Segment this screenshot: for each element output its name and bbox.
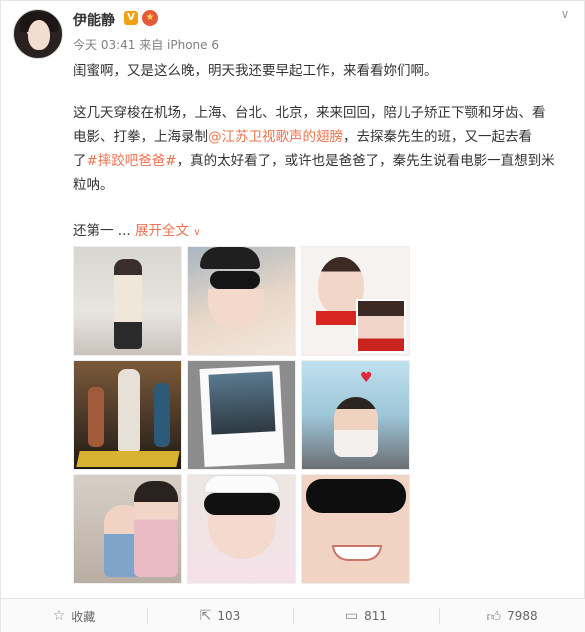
medal-icon: ★ xyxy=(142,10,158,26)
post-text-line1: 闺蜜啊，又是这么晚，明天我还要早起工作，来看看妳们啊。 xyxy=(73,63,438,79)
photo-cap xyxy=(204,475,280,493)
photo-thumbnail[interactable] xyxy=(73,474,182,584)
photo-face xyxy=(208,289,264,329)
verified-badge-icon: V xyxy=(124,11,138,25)
like-count: 7988 xyxy=(507,609,538,623)
photo-sunglasses xyxy=(204,493,280,515)
photo-baby xyxy=(334,397,378,457)
comment-icon: ▭ xyxy=(344,608,359,624)
photo-thumbnail[interactable] xyxy=(187,246,296,356)
thumbs-up-icon: 👍︎ xyxy=(486,608,502,625)
mention-link[interactable]: @江苏卫视歌声的翅膀 xyxy=(208,129,343,145)
username[interactable]: 伊能静 xyxy=(73,10,115,30)
post-text-line2d: 粒呐。 xyxy=(73,177,114,193)
photo-inset xyxy=(356,299,406,353)
photo-figure xyxy=(154,383,170,447)
star-icon: ☆ xyxy=(52,608,66,624)
photo-sunglasses xyxy=(306,479,406,513)
expand-full-text-link[interactable]: 展开全文 ∨ xyxy=(135,223,201,239)
chevron-down-icon: ∨ xyxy=(193,227,201,238)
avatar[interactable] xyxy=(13,9,63,59)
photo-thumbnail[interactable] xyxy=(301,246,410,356)
expand-row: 还第一 ... 展开全文 ∨ xyxy=(73,219,573,245)
more-prefix: 还第一 ... xyxy=(73,223,131,239)
text-segment: 电影、打拳，上海录制 xyxy=(73,129,208,145)
photo-figure xyxy=(118,369,140,451)
weibo-post-card: 伊能静 V ★ 今天 03:41 来自 iPhone 6 ∨ 闺蜜啊，又是这么晚… xyxy=(0,0,585,632)
repost-count: 103 xyxy=(217,609,241,623)
photo-sunglasses xyxy=(210,271,260,289)
post-text-body: 这几天穿梭在机场，上海、台北、北京，来来回回，陪儿子矫正下颚和牙齿、看 电影、打… xyxy=(73,101,573,197)
photo-thumbnail[interactable] xyxy=(73,360,182,470)
photo-thumbnail[interactable] xyxy=(73,246,182,356)
favorite-label: 收藏 xyxy=(71,609,96,624)
like-button[interactable]: 👍︎ 7988 xyxy=(439,599,585,632)
text-segment: 了 xyxy=(73,153,87,169)
repost-button[interactable]: ⇱ 103 xyxy=(147,599,293,632)
photo-thumbnail[interactable] xyxy=(187,474,296,584)
photo-title-banner xyxy=(76,451,180,467)
photo-thumbnail[interactable] xyxy=(301,474,410,584)
comment-button[interactable]: ▭ 811 xyxy=(293,599,439,632)
topic-link[interactable]: #摔跤吧爸爸# xyxy=(87,153,177,169)
photo-thumbnail[interactable] xyxy=(187,360,296,470)
text-segment: ，真的太好看了，或许也是爸爸了，秦先生说看电影一直想到米 xyxy=(176,153,555,169)
text-segment: ，去探秦先生的班，又一起去看 xyxy=(343,129,532,145)
post-meta[interactable]: 今天 03:41 来自 iPhone 6 xyxy=(73,36,219,53)
photo-cap xyxy=(200,247,260,269)
photo-figure xyxy=(88,387,104,447)
chevron-down-icon[interactable]: ∨ xyxy=(556,7,574,21)
photo-adult xyxy=(134,481,178,577)
post-action-bar: ☆ 收藏 ⇱ 103 ▭ 811 👍︎ 7988 xyxy=(1,598,585,632)
repost-icon: ⇱ xyxy=(199,608,212,624)
photo-figure xyxy=(114,259,142,349)
avatar-face xyxy=(28,20,50,50)
comment-count: 811 xyxy=(364,609,388,623)
photo-polaroid-image xyxy=(208,371,276,435)
favorite-button[interactable]: ☆ 收藏 xyxy=(1,599,147,632)
post-text-line2c: 了#摔跤吧爸爸#，真的太好看了，或许也是爸爸了，秦先生说看电影一直想到米 xyxy=(73,149,573,173)
post-text-line2a: 这几天穿梭在机场，上海、台北、北京，来来回回，陪儿子矫正下颚和牙齿、看 xyxy=(73,105,546,121)
heart-icon: ♥ xyxy=(360,370,373,386)
photo-face xyxy=(208,515,276,559)
expand-label: 展开全文 xyxy=(134,223,189,239)
photo-grid: ♥ xyxy=(73,246,413,584)
post-text-line2b: 电影、打拳，上海录制@江苏卫视歌声的翅膀，去探秦先生的班，又一起去看 xyxy=(73,125,573,149)
photo-thumbnail[interactable]: ♥ xyxy=(301,360,410,470)
photo-smile xyxy=(332,545,382,561)
